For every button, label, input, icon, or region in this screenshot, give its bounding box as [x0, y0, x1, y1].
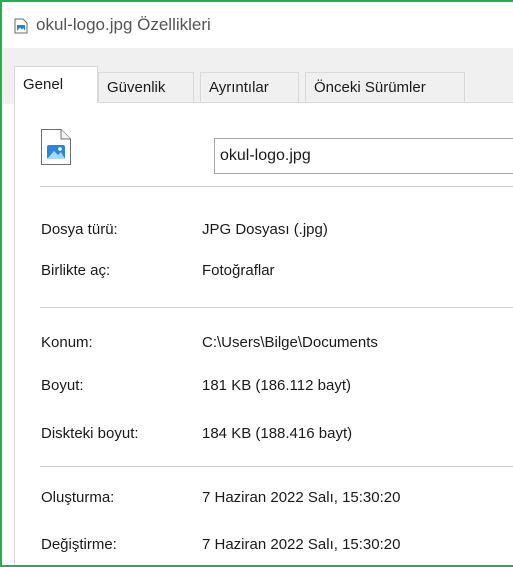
created-label: Oluşturma:: [41, 489, 115, 506]
file-type-value: JPG Dosyası (.jpg): [202, 221, 328, 238]
modified-value: 7 Haziran 2022 Salı, 15:30:20: [202, 536, 401, 553]
image-file-icon: [41, 129, 71, 165]
properties-window: okul-logo.jpg Özellikleri Genel Güvenlik…: [0, 0, 513, 567]
size-on-disk-value: 184 KB (188.416 bayt): [202, 425, 353, 442]
tab-general[interactable]: Genel: [14, 66, 98, 103]
size-label: Boyut:: [41, 377, 84, 394]
window-title: okul-logo.jpg Özellikleri: [36, 15, 211, 34]
divider: [40, 186, 513, 187]
modified-label: Değiştirme:: [41, 536, 117, 553]
image-file-icon: [14, 18, 28, 34]
open-with-value: Fotoğraflar: [202, 262, 275, 279]
location-label: Konum:: [41, 334, 93, 351]
filename-field[interactable]: okul-logo.jpg: [214, 138, 513, 174]
size-value: 181 KB (186.112 bayt): [202, 377, 351, 394]
divider: [40, 466, 513, 467]
open-with-label: Birlikte aç:: [41, 262, 111, 279]
created-value: 7 Haziran 2022 Salı, 15:30:20: [202, 489, 401, 506]
tab-security[interactable]: Güvenlik: [98, 72, 194, 102]
tab-details[interactable]: Ayrıntılar: [200, 72, 299, 102]
size-on-disk-label: Diskteki boyut:: [41, 425, 139, 442]
file-type-label: Dosya türü:: [41, 221, 118, 238]
divider: [40, 307, 513, 308]
title-bar[interactable]: okul-logo.jpg Özellikleri: [2, 2, 513, 48]
tab-previous-versions[interactable]: Önceki Sürümler: [305, 72, 465, 102]
location-value: C:\Users\Bilge\Documents: [202, 334, 378, 351]
